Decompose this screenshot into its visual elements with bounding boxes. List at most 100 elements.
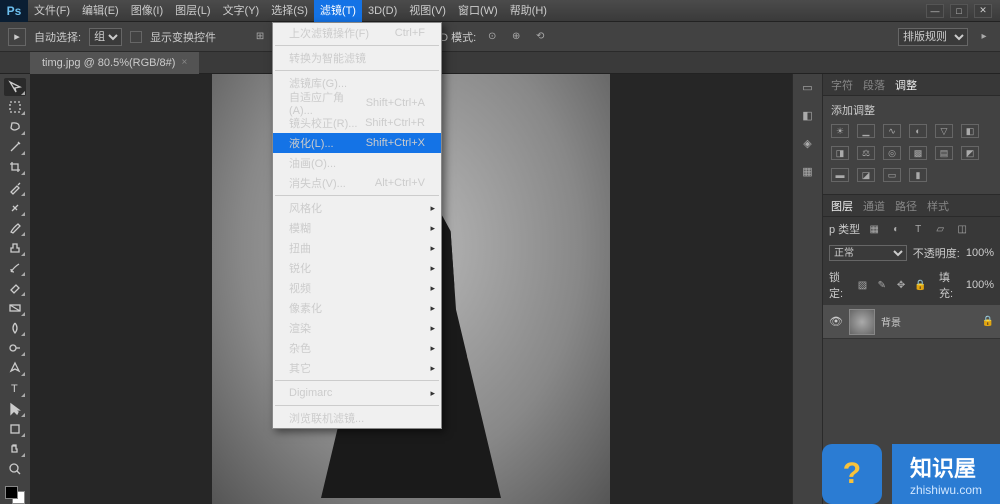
adj-vibrance-icon[interactable]: ▽	[935, 124, 953, 138]
maximize-button[interactable]: □	[950, 4, 968, 18]
tab-paragraph[interactable]: 段落	[863, 77, 885, 93]
filter-pixel-icon[interactable]: ▦	[866, 222, 882, 236]
layer-background[interactable]: 👁 背景 🔒	[823, 305, 1000, 339]
menu-item-pixelate[interactable]: 像素化	[273, 298, 441, 318]
eyedropper-tool[interactable]	[4, 178, 26, 196]
menu-select[interactable]: 选择(S)	[265, 0, 314, 22]
filter-adj-icon[interactable]: ◐	[888, 222, 904, 236]
adj-exposure-icon[interactable]: ◐	[909, 124, 927, 138]
adj-selective-icon[interactable]: ▮	[909, 168, 927, 182]
adj-invert-icon[interactable]: ◩	[961, 146, 979, 160]
tab-layers[interactable]: 图层	[831, 198, 853, 214]
crop-tool[interactable]	[4, 158, 26, 176]
auto-select-dropdown[interactable]: 组	[89, 28, 122, 46]
menu-item-stylize[interactable]: 风格化	[273, 198, 441, 218]
marquee-tool[interactable]	[4, 98, 26, 116]
blend-mode-dropdown[interactable]: 正常	[829, 245, 907, 261]
menu-item-video[interactable]: 视频	[273, 278, 441, 298]
menu-item-liquify[interactable]: 液化(L)...Shift+Ctrl+X	[273, 133, 441, 153]
actions-panel-icon[interactable]: ◧	[798, 106, 818, 124]
move-tool[interactable]	[4, 78, 26, 96]
minimize-button[interactable]: —	[926, 4, 944, 18]
panel-toggle-icon[interactable]: ▸	[976, 30, 992, 44]
filter-smart-icon[interactable]: ◫	[954, 222, 970, 236]
tab-styles[interactable]: 样式	[927, 198, 949, 214]
adj-hue-icon[interactable]: ◧	[961, 124, 979, 138]
history-panel-icon[interactable]: ▭	[798, 78, 818, 96]
adj-lookup-icon[interactable]: ▤	[935, 146, 953, 160]
menu-item-render[interactable]: 渲染	[273, 318, 441, 338]
tab-character[interactable]: 字符	[831, 77, 853, 93]
blur-tool[interactable]	[4, 319, 26, 337]
close-button[interactable]: ✕	[974, 4, 992, 18]
info-panel-icon[interactable]: ▦	[798, 162, 818, 180]
adj-bw-icon[interactable]: ◨	[831, 146, 849, 160]
menu-item-blur[interactable]: 模糊	[273, 218, 441, 238]
adj-curves-icon[interactable]: ∿	[883, 124, 901, 138]
hand-tool[interactable]	[4, 440, 26, 458]
eraser-tool[interactable]	[4, 279, 26, 297]
opacity-value[interactable]: 100%	[966, 247, 994, 259]
dodge-tool[interactable]	[4, 339, 26, 357]
fill-value[interactable]: 100%	[966, 279, 994, 291]
3d-icon[interactable]: ⊕	[508, 30, 524, 44]
menu-help[interactable]: 帮助(H)	[504, 0, 553, 22]
tab-channels[interactable]: 通道	[863, 198, 885, 214]
show-transform-checkbox[interactable]	[130, 31, 142, 43]
adj-gradient-map-icon[interactable]: ▭	[883, 168, 901, 182]
color-swatches[interactable]	[5, 486, 25, 504]
path-select-tool[interactable]	[4, 400, 26, 418]
filter-shape-icon[interactable]: ▱	[932, 222, 948, 236]
menu-item-sharpen[interactable]: 锐化	[273, 258, 441, 278]
document-tab[interactable]: timg.jpg @ 80.5%(RGB/8#) ×	[30, 52, 199, 74]
lasso-tool[interactable]	[4, 118, 26, 136]
adj-mixer-icon[interactable]: ▩	[909, 146, 927, 160]
pen-tool[interactable]	[4, 359, 26, 377]
menu-filter[interactable]: 滤镜(T)	[314, 0, 362, 22]
menu-image[interactable]: 图像(I)	[125, 0, 169, 22]
3d-icon[interactable]: ⟲	[532, 30, 548, 44]
menu-item-browse-online[interactable]: 浏览联机滤镜...	[273, 408, 441, 428]
lock-pos-icon[interactable]: ✥	[894, 278, 907, 292]
adj-brightness-icon[interactable]: ☀	[831, 124, 849, 138]
menu-window[interactable]: 窗口(W)	[452, 0, 504, 22]
history-brush-tool[interactable]	[4, 259, 26, 277]
adj-posterize-icon[interactable]: ▬	[831, 168, 849, 182]
menu-3d[interactable]: 3D(D)	[362, 0, 403, 22]
menu-item-adaptive-wide[interactable]: 自适应广角(A)...Shift+Ctrl+A	[273, 93, 441, 113]
arrange-dropdown[interactable]: 排版规则	[898, 28, 968, 46]
menu-view[interactable]: 视图(V)	[403, 0, 452, 22]
stamp-tool[interactable]	[4, 239, 26, 257]
shape-tool[interactable]	[4, 420, 26, 438]
zoom-tool[interactable]	[4, 460, 26, 478]
menu-item-distort[interactable]: 扭曲	[273, 238, 441, 258]
close-tab-icon[interactable]: ×	[181, 57, 187, 68]
adj-photo-filter-icon[interactable]: ◎	[883, 146, 901, 160]
menu-item-noise[interactable]: 杂色	[273, 338, 441, 358]
menu-layer[interactable]: 图层(L)	[169, 0, 216, 22]
adj-balance-icon[interactable]: ⚖	[857, 146, 875, 160]
type-tool[interactable]: T	[4, 379, 26, 397]
menu-item-oil-paint[interactable]: 油画(O)...	[273, 153, 441, 173]
menu-file[interactable]: 文件(F)	[28, 0, 76, 22]
lock-trans-icon[interactable]: ▨	[856, 278, 869, 292]
healing-tool[interactable]	[4, 199, 26, 217]
menu-item-lens-correction[interactable]: 镜头校正(R)...Shift+Ctrl+R	[273, 113, 441, 133]
tab-adjustments[interactable]: 调整	[895, 77, 917, 93]
lock-all-icon[interactable]: 🔒	[914, 278, 927, 292]
menu-type[interactable]: 文字(Y)	[217, 0, 266, 22]
wand-tool[interactable]	[4, 138, 26, 156]
properties-panel-icon[interactable]: ◈	[798, 134, 818, 152]
align-icon[interactable]: ⊞	[252, 30, 268, 44]
lock-paint-icon[interactable]: ✎	[875, 278, 888, 292]
adj-threshold-icon[interactable]: ◪	[857, 168, 875, 182]
menu-item-vanishing-point[interactable]: 消失点(V)...Alt+Ctrl+V	[273, 173, 441, 193]
adj-levels-icon[interactable]: ▁	[857, 124, 875, 138]
3d-icon[interactable]: ⊙	[484, 30, 500, 44]
menu-item-digimarc[interactable]: Digimarc	[273, 383, 441, 403]
filter-type-icon[interactable]: T	[910, 222, 926, 236]
menu-item-other[interactable]: 其它	[273, 358, 441, 378]
gradient-tool[interactable]	[4, 299, 26, 317]
brush-tool[interactable]	[4, 219, 26, 237]
menu-edit[interactable]: 编辑(E)	[76, 0, 125, 22]
